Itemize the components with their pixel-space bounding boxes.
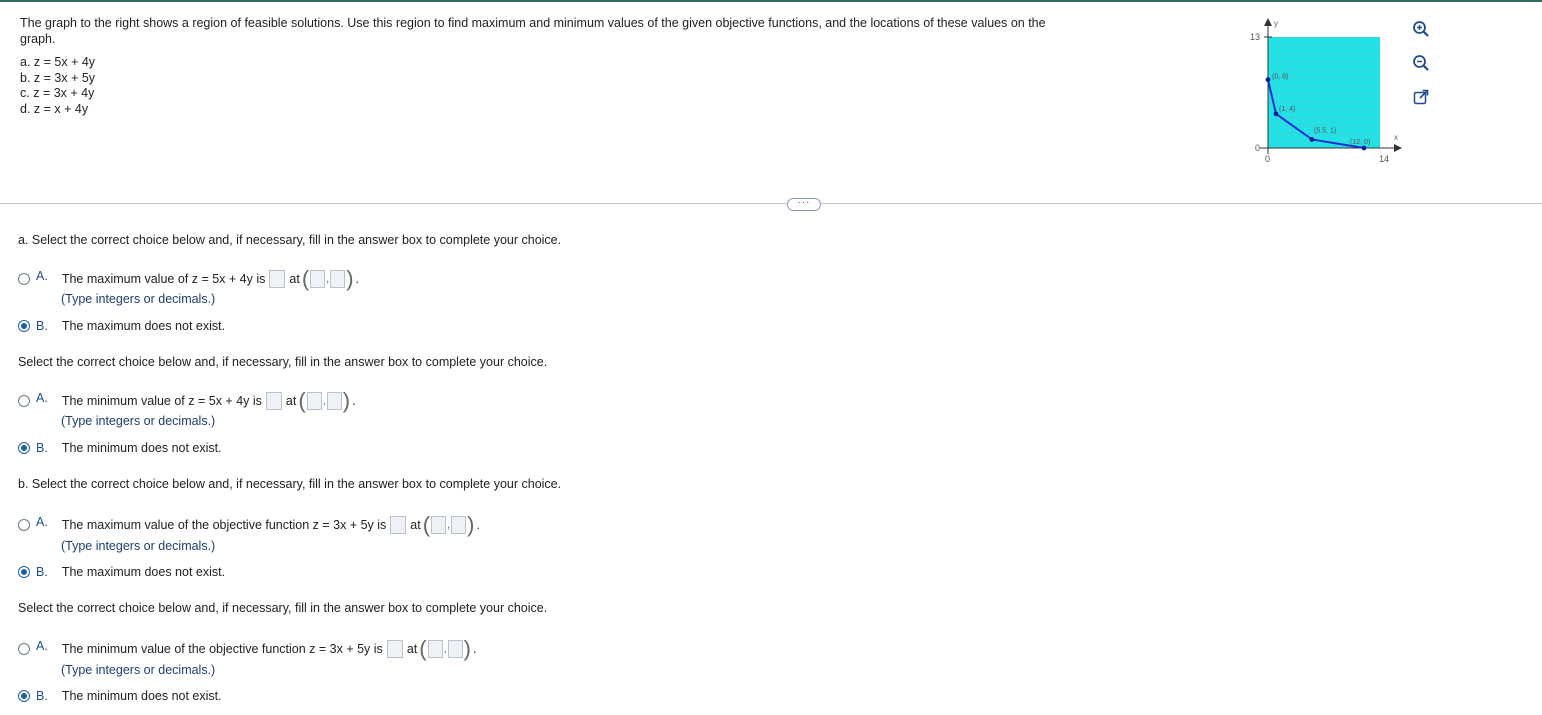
part-a-max-hint: (Type integers or decimals.) <box>61 292 216 306</box>
vertex-label: (5.5, 1) <box>1314 127 1336 134</box>
part-a-min-option-a[interactable]: A. The minimum value of z = 5x + 4y is a… <box>18 388 356 413</box>
part-b-max-hint: (Type integers or decimals.) <box>61 539 216 553</box>
answer-box-value[interactable] <box>265 392 282 410</box>
answer-box-x[interactable] <box>431 516 447 534</box>
x-axis-arrow <box>1394 144 1402 152</box>
point-input: (,). <box>419 636 477 661</box>
answer-box-x[interactable] <box>310 270 326 288</box>
y-zero-tick-label: 0 <box>1255 143 1260 153</box>
zoom-out-icon[interactable] <box>1412 54 1430 72</box>
answer-box-value[interactable] <box>386 640 403 658</box>
radio-part-b-min-a[interactable] <box>18 643 30 655</box>
feasible-region-graph[interactable]: y x 13 0 0 14 (0, 8) (1, 4) (5.5, 1) (12, 0… <box>1232 12 1407 177</box>
part-a-max-option-b[interactable]: B. The maximum does not exist. <box>18 319 225 333</box>
vertex-point <box>1273 111 1279 117</box>
part-b-min-hint: (Type integers or decimals.) <box>61 663 216 677</box>
answer-box-x[interactable] <box>427 640 443 658</box>
point-input: (,). <box>301 266 360 291</box>
answer-box-value[interactable] <box>390 516 407 534</box>
radio-part-b-max-b[interactable] <box>18 566 30 578</box>
answer-box-value[interactable] <box>269 270 286 288</box>
part-a-max-prompt: a. Select the correct choice below and, … <box>18 233 562 247</box>
part-b-max-prompt: b. Select the correct choice below and, … <box>18 477 562 491</box>
answer-box-y[interactable] <box>447 640 463 658</box>
part-a-max-option-a[interactable]: A. The maximum value of z = 5x + 4y is a… <box>18 266 360 291</box>
function-d: d. z = x + 4y <box>20 101 89 116</box>
vertex-label: (1, 4) <box>1279 106 1295 113</box>
radio-part-a-max-b[interactable] <box>18 320 30 332</box>
x-axis-label: x <box>1394 133 1398 142</box>
vertex-point <box>1265 77 1271 83</box>
y-top-tick-label: 13 <box>1250 32 1260 42</box>
y-axis-label: y <box>1274 19 1278 28</box>
intro-text: The graph to the right shows a region of… <box>20 16 1046 46</box>
part-b-min-option-a[interactable]: A. The minimum value of the objective fu… <box>18 636 477 661</box>
function-c: c. z = 3x + 4y <box>20 86 95 100</box>
radio-part-b-max-a[interactable] <box>18 519 30 531</box>
y-axis-arrow <box>1264 18 1272 26</box>
answer-box-y[interactable] <box>326 392 342 410</box>
vertex-label: (0, 8) <box>1272 74 1288 81</box>
x-zero-tick-label: 0 <box>1265 154 1270 164</box>
vertex-point <box>1309 137 1315 142</box>
part-b-min-prompt: Select the correct choice below and, if … <box>18 601 548 615</box>
point-input: (,). <box>298 388 356 413</box>
part-a-min-prompt: Select the correct choice below and, if … <box>18 355 548 369</box>
radio-part-b-min-b[interactable] <box>18 690 30 702</box>
part-a-min-hint: (Type integers or decimals.) <box>61 414 216 428</box>
part-b-max-option-a[interactable]: A. The maximum value of the objective fu… <box>18 512 480 537</box>
part-b-max-option-b[interactable]: B. The maximum does not exist. <box>18 565 225 579</box>
answer-box-y[interactable] <box>330 270 346 288</box>
zoom-in-icon[interactable] <box>1412 20 1430 38</box>
radio-part-a-max-a[interactable] <box>18 273 30 285</box>
part-b-min-option-b[interactable]: B. The minimum does not exist. <box>18 689 222 703</box>
answer-box-x[interactable] <box>306 392 322 410</box>
function-list: a. z = 5x + 4y b. z = 3x + 5y c. z = 3x … <box>20 55 95 117</box>
vertex-label: (12, 0) <box>1350 139 1370 146</box>
function-b: b. z = 3x + 5y <box>20 70 96 85</box>
radio-part-a-min-b[interactable] <box>18 442 30 454</box>
part-a-min-option-b[interactable]: B. The minimum does not exist. <box>18 441 222 455</box>
function-a: a. z = 5x + 4y <box>20 55 96 69</box>
radio-part-a-min-a[interactable] <box>18 395 30 407</box>
point-input: (,). <box>422 512 480 537</box>
graph-canvas: y x 13 0 0 14 (0, 8) (1, 4) (5.5, 1) (12, 0… <box>1250 18 1402 164</box>
section-divider <box>0 203 1542 204</box>
expand-more-button[interactable]: ··· <box>787 198 821 211</box>
answer-box-y[interactable] <box>451 516 467 534</box>
top-border <box>0 0 1542 2</box>
x-right-tick-label: 14 <box>1379 154 1389 164</box>
popout-icon[interactable] <box>1412 88 1430 106</box>
vertex-point <box>1361 145 1367 151</box>
